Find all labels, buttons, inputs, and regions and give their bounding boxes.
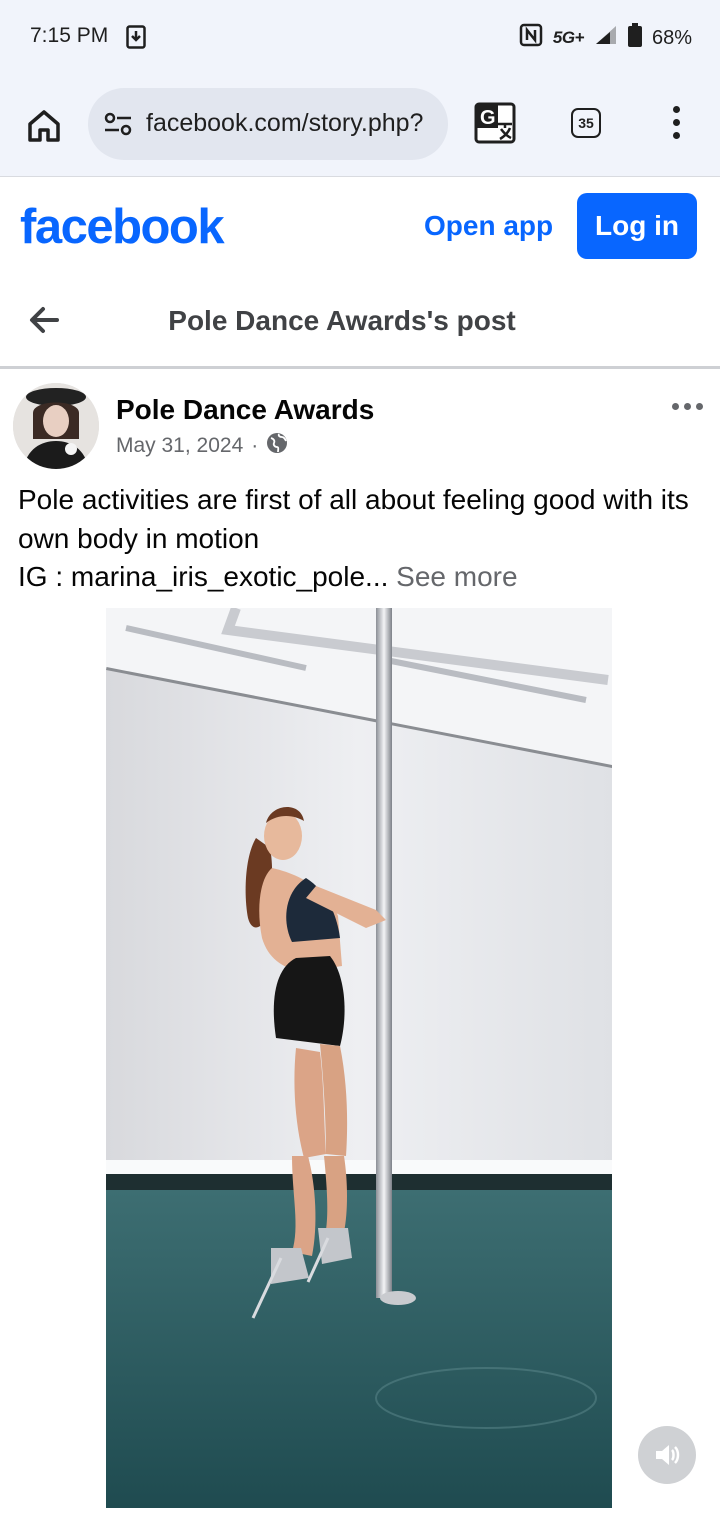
fb-header: facebook Open app Log in [0,177,720,277]
site-settings-icon[interactable] [104,112,132,141]
author-name[interactable]: Pole Dance Awards [116,394,374,426]
globe-icon [266,432,288,460]
post-text-line1: Pole activities are first of all about f… [18,484,689,554]
post-meta: May 31, 2024 · [116,432,288,460]
avatar[interactable] [13,383,99,469]
battery-icon [627,23,642,53]
video-frame [106,608,612,1508]
meta-separator: · [251,434,259,457]
network-type: 5G+ [552,28,585,47]
post-title-bar: Pole Dance Awards's post [0,278,720,369]
svg-text:G: G [480,107,496,129]
post-text: Pole activities are first of all about f… [18,481,708,597]
page-title: Pole Dance Awards's post [168,305,516,336]
more-vert-icon[interactable] [664,106,688,144]
nfc-icon [519,23,543,53]
signal-icon [594,24,618,52]
download-icon [126,25,146,54]
open-app-link[interactable]: Open app [424,210,553,242]
mute-toggle-icon[interactable] [638,1426,696,1484]
status-bar: 7:15 PM 5G+ 68% [0,0,720,76]
post-options-icon[interactable] [672,403,712,417]
url-text: facebook.com/story.php? [146,109,424,137]
post-text-line2: IG : marina_iris_exotic_pole... [18,561,389,592]
battery-percent: 68% [651,26,692,49]
status-time: 7:15 PM [30,24,109,47]
login-button[interactable]: Log in [577,193,697,259]
browser-toolbar: facebook.com/story.php? G 35 [0,76,720,177]
facebook-logo[interactable]: facebook [20,199,225,255]
address-bar[interactable]: facebook.com/story.php? [88,88,448,160]
post-video[interactable] [106,608,612,1508]
post-date[interactable]: May 31, 2024 [116,434,243,458]
home-icon[interactable] [26,108,62,144]
translate-icon[interactable]: G [474,102,520,146]
see-more-link[interactable]: See more [396,561,517,592]
tab-count-button[interactable]: 35 [571,108,601,138]
